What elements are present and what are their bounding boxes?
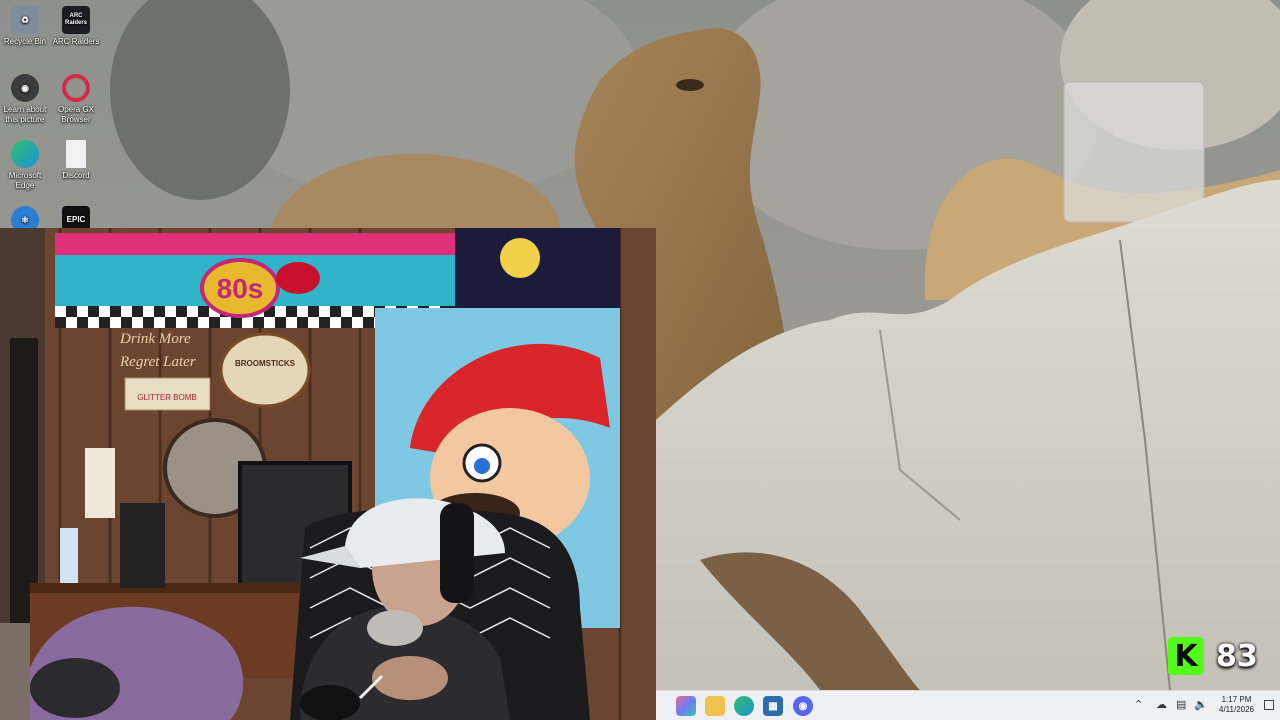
file-explorer-icon[interactable] xyxy=(705,696,725,716)
webcam-overlay: 80s Drink More Regret Later GLITTER BOMB… xyxy=(0,228,656,720)
network-icon[interactable]: ▤ xyxy=(1176,698,1186,711)
recycle-bin-icon: ♻ xyxy=(11,6,39,34)
regret-later-sign: Regret Later xyxy=(119,354,196,370)
edge-taskbar-icon[interactable] xyxy=(734,696,754,716)
viewer-count: 83 xyxy=(1216,638,1258,674)
desktop-icon-discord[interactable]: Discord xyxy=(51,136,101,181)
show-hidden-icons-chevron-icon[interactable]: ⌃ xyxy=(1134,698,1143,711)
cloud-sync-icon[interactable]: ☁ xyxy=(1156,698,1167,711)
glitter-sign: GLITTER BOMB xyxy=(137,393,197,402)
arc-raiders-icon: ARC Raiders xyxy=(62,6,90,34)
system-clock[interactable]: 1:17 PM 4/11/2026 xyxy=(1219,695,1254,715)
edge-icon xyxy=(11,140,39,168)
kick-viewer-widget: K 83 xyxy=(1168,636,1258,676)
desktop-icon-microsoft-edge[interactable]: Microsoft Edge xyxy=(0,136,50,191)
taskbar: ▦ ◉ ⌃ ☁ ▤ 🔉 1:17 PM 4/11/2026 xyxy=(656,690,1280,720)
banner-80s-text: 80s xyxy=(217,273,264,304)
clock-date: 4/11/2026 xyxy=(1219,705,1254,714)
drink-more-sign: Drink More xyxy=(119,331,191,347)
discord-taskbar-icon[interactable]: ◉ xyxy=(793,696,813,716)
clock-time: 1:17 PM xyxy=(1221,695,1252,704)
broomsticks-sign: BROOMSTICKS xyxy=(235,359,296,368)
desktop-icon-recycle-bin[interactable]: ♻ Recycle Bin xyxy=(0,2,50,47)
notification-icon[interactable] xyxy=(1264,700,1274,710)
desktop-icon-opera-gx[interactable]: Opera GX Browser xyxy=(51,70,101,125)
desktop-icon-arc-raiders[interactable]: ARC Raiders ARC Raiders xyxy=(51,2,101,47)
webcam-scene: 80s Drink More Regret Later GLITTER BOMB… xyxy=(0,228,656,720)
camera-info-icon: ◉ xyxy=(11,74,39,102)
kick-logo-icon: K xyxy=(1168,637,1204,675)
opera-gx-icon xyxy=(62,74,90,102)
copilot-icon[interactable] xyxy=(676,696,696,716)
store-icon[interactable]: ▦ xyxy=(763,696,783,716)
file-icon xyxy=(66,140,86,168)
volume-icon[interactable]: 🔉 xyxy=(1194,698,1208,711)
desktop-icon-learn-about-picture[interactable]: ◉ Learn about this picture xyxy=(0,70,50,125)
